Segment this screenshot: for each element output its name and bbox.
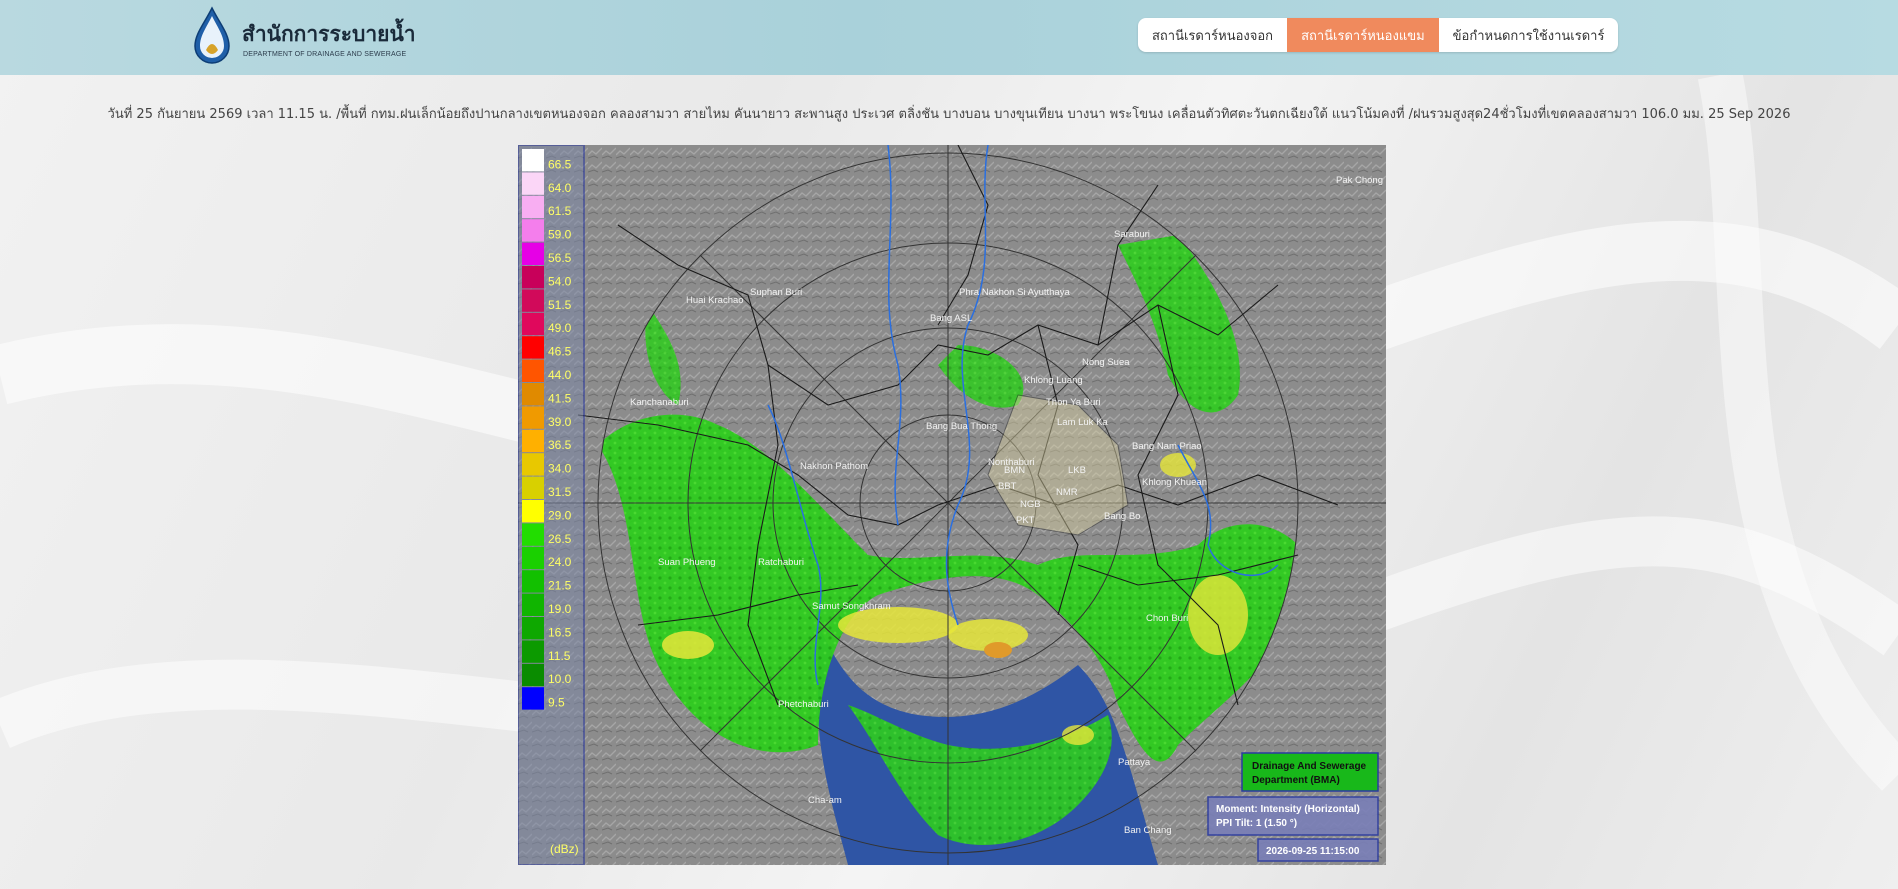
legend-swatch <box>522 570 544 593</box>
legend-swatch <box>522 219 544 242</box>
place-label: Thon Ya Buri <box>1046 397 1101 408</box>
station-nav: สถานีเรดาร์หนองจอก สถานีเรดาร์หนองแขม ข้… <box>1138 18 1619 52</box>
legend-value: 54.0 <box>548 274 572 288</box>
legend-swatch <box>522 640 544 663</box>
legend-value: 34.0 <box>548 462 572 476</box>
nav-nong-chok-station[interactable]: สถานีเรดาร์หนองจอก <box>1138 18 1287 52</box>
dept-label-line1: Drainage And Sewerage <box>1252 761 1367 772</box>
legend-swatch <box>522 195 544 219</box>
place-label: Suan Phueng <box>658 557 716 568</box>
dept-label-line2: Department (BMA) <box>1252 775 1340 786</box>
place-label: Saraburi <box>1114 229 1150 240</box>
legend-value: 56.5 <box>548 251 572 265</box>
legend-swatch <box>522 687 544 710</box>
place-label: Cha-am <box>808 795 842 806</box>
site-header: สำนักการระบายน้ำ DEPARTMENT OF DRAINAGE … <box>0 0 1898 75</box>
legend-swatch <box>522 593 544 616</box>
legend-value: 26.5 <box>548 532 572 546</box>
nav-radar-terms[interactable]: ข้อกำหนดการใช้งานเรดาร์ <box>1439 18 1619 52</box>
place-label: Bang Bo <box>1104 511 1140 522</box>
legend-value: 41.5 <box>548 391 572 405</box>
legend-swatch <box>522 523 544 546</box>
place-label: Huai Krachao <box>686 295 744 306</box>
department-logo[interactable] <box>192 6 232 68</box>
place-label: Nakhon Pathom <box>800 461 868 472</box>
legend-value: 16.5 <box>548 625 572 639</box>
legend-value: 39.0 <box>548 415 572 429</box>
dept-box: Drainage And Sewerage Department (BMA) <box>1241 752 1379 792</box>
brand-title-english: DEPARTMENT OF DRAINAGE AND SEWERAGE <box>243 51 407 58</box>
legend-swatch <box>522 429 544 453</box>
place-label: Pattaya <box>1118 757 1151 768</box>
place-label: Bang Nam Priao <box>1132 441 1202 452</box>
radar-image: 66.5 64.0 61.5 59.0 56.5 54.0 51.5 49.0 46.5 44.0… <box>518 145 1386 865</box>
legend-value: 24.0 <box>548 555 572 569</box>
place-label: Phra Nakhon Si Ayutthaya <box>959 287 1070 298</box>
place-label: Pak Chong <box>1336 175 1383 186</box>
place-label: NGB <box>1020 499 1041 510</box>
place-label: Ban Chang <box>1124 825 1172 836</box>
legend-swatch <box>522 289 544 312</box>
legend-swatch <box>522 617 544 640</box>
place-label: PKT <box>1016 515 1035 526</box>
legend-swatch <box>522 383 544 406</box>
legend-value: 64.0 <box>548 181 572 195</box>
legend-value: 61.5 <box>548 204 572 218</box>
place-label: Suphan Buri <box>750 287 802 298</box>
place-label: Khlong Khuean <box>1142 477 1207 488</box>
legend-value: 9.5 <box>548 696 565 710</box>
place-label: Bang ASL <box>930 313 972 324</box>
legend-value: 11.5 <box>548 649 571 663</box>
legend-swatch <box>522 546 544 570</box>
place-label: Samut Songkhram <box>812 601 891 612</box>
place-label: Lam Luk Ka <box>1057 417 1108 428</box>
legend-swatch <box>522 242 544 265</box>
place-label: NMR <box>1056 487 1078 498</box>
legend-value: 51.5 <box>548 298 572 312</box>
place-label: Khlong Luang <box>1024 375 1083 386</box>
legend-value: 46.5 <box>548 345 572 359</box>
place-label: Phetchaburi <box>778 699 829 710</box>
radar-timestamp: 2026-09-25 11:15:00 <box>1266 846 1360 857</box>
legend-value: 36.5 <box>548 438 572 452</box>
weather-bulletin: วันที่ 25 กันยายน 2569 เวลา 11.15 น. /พื… <box>107 107 1791 122</box>
legend-value: 21.5 <box>548 579 572 593</box>
legend-unit: (dBz) <box>550 842 579 856</box>
place-label: Kanchanaburi <box>630 397 689 408</box>
tilt-label: PPI Tilt: 1 (1.50 °) <box>1216 818 1297 829</box>
timestamp-box: 2026-09-25 11:15:00 <box>1257 838 1379 862</box>
legend-swatch <box>522 453 544 476</box>
legend-swatch <box>522 149 544 172</box>
legend-swatch <box>522 663 544 687</box>
legend-value: 29.0 <box>548 508 572 522</box>
legend-swatch <box>522 266 544 289</box>
place-label: Chon Buri <box>1146 613 1188 624</box>
place-label: Bang Bua Thong <box>926 421 997 432</box>
legend-value: 66.5 <box>548 157 572 171</box>
place-label: BBT <box>998 481 1017 492</box>
legend-swatch <box>522 500 544 523</box>
brand-title-thai: สำนักการระบายน้ำ <box>242 22 416 46</box>
legend-swatch <box>522 476 544 499</box>
place-label: Nong Suea <box>1082 357 1130 368</box>
moment-label: Moment: Intensity (Horizontal) <box>1216 804 1360 815</box>
legend-swatch <box>522 172 544 195</box>
legend-value: 10.0 <box>548 672 572 686</box>
legend-swatch <box>522 312 544 336</box>
legend-value: 59.0 <box>548 228 572 242</box>
legend-value: 49.0 <box>548 321 572 335</box>
nav-nong-khaem-station[interactable]: สถานีเรดาร์หนองแขม <box>1287 18 1439 52</box>
intensity-legend: 66.5 64.0 61.5 59.0 56.5 54.0 51.5 49.0 46.5 44.0… <box>518 145 585 865</box>
moment-box: Moment: Intensity (Horizontal) PPI Tilt:… <box>1207 796 1379 836</box>
legend-swatch <box>522 336 544 359</box>
legend-value: 31.5 <box>548 485 572 499</box>
place-label: Ratchaburi <box>758 557 804 568</box>
place-label: BMN <box>1004 465 1025 476</box>
legend-value: 44.0 <box>548 368 572 382</box>
place-label: LKB <box>1068 465 1086 476</box>
legend-value: 19.0 <box>548 602 572 616</box>
legend-swatch <box>522 359 544 382</box>
legend-swatch <box>522 406 544 429</box>
